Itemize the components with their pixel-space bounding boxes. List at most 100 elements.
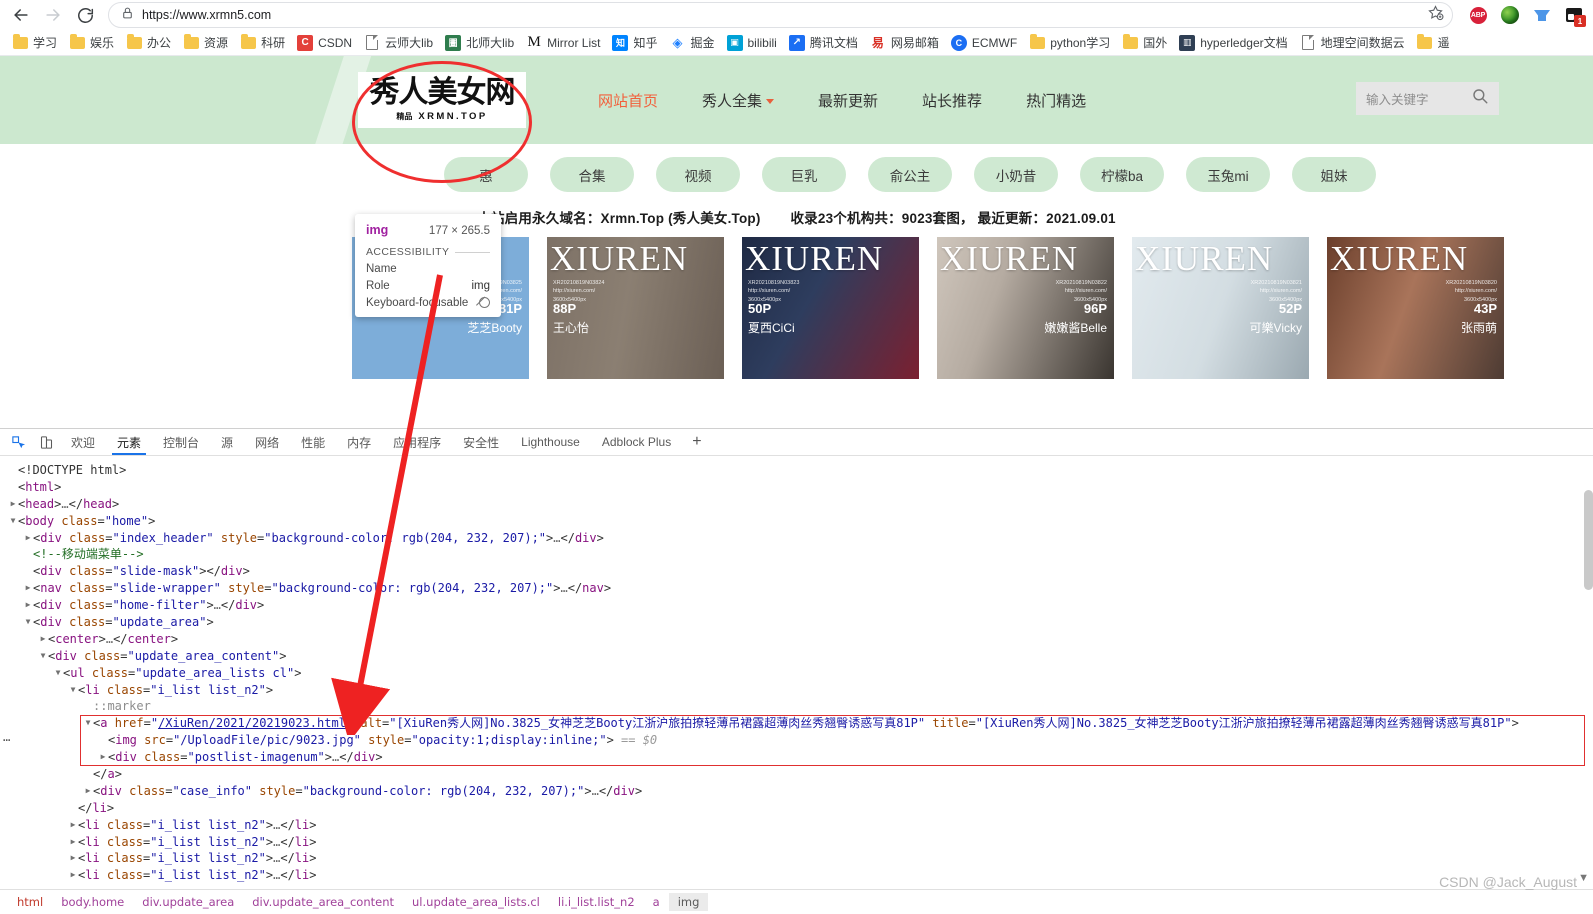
blue-arrow-extension-icon[interactable] [1533, 6, 1551, 24]
breadcrumb-item-html[interactable]: html [8, 893, 52, 911]
devtools-tab-adblock-plus[interactable]: Adblock Plus [591, 429, 682, 455]
dom-tree-line[interactable]: ▼ <li class="i_list list_n2"> [0, 682, 1593, 699]
dom-tree-line[interactable]: ▼ <div class="update_area_content"> [0, 648, 1593, 665]
expand-triangle-icon[interactable]: ▶ [98, 749, 108, 766]
back-arrow-icon[interactable] [6, 2, 36, 28]
devtools-tab-elements[interactable]: 元素 [106, 429, 152, 455]
bookmark-item[interactable]: python学习 [1023, 32, 1116, 53]
devtools-tab-console[interactable]: 控制台 [152, 429, 210, 455]
dom-tree-line[interactable]: ▶<html> [0, 479, 1593, 496]
collapse-triangle-icon[interactable]: ▼ [23, 614, 33, 631]
expand-triangle-icon[interactable]: ▶ [68, 850, 78, 867]
devtools-tab-sources[interactable]: 源 [210, 429, 244, 455]
dom-tree-line[interactable]: ▶</a> [0, 766, 1593, 783]
dom-tree-line[interactable]: ▶ <div class="case_info" style="backgroun… [0, 783, 1593, 800]
collapse-triangle-icon[interactable]: ▼ [53, 665, 63, 682]
bookmark-item[interactable]: 国外 [1116, 32, 1173, 53]
dom-tree-line[interactable]: ▶ <li class="i_list list_n2">…</li> [0, 867, 1593, 884]
expand-triangle-icon[interactable]: ▶ [23, 580, 33, 597]
bookmark-item[interactable]: ▣ bilibili [721, 33, 783, 53]
dom-tree-line[interactable]: ▶ <center>…</center> [0, 631, 1593, 648]
dom-tree-line[interactable]: ▶<div class="slide-mask"></div> [0, 563, 1593, 580]
dom-tree-line[interactable]: ▶<!DOCTYPE html> [0, 462, 1593, 479]
bookmark-item[interactable]: C CSDN [291, 33, 358, 53]
devtools-tab-memory[interactable]: 内存 [336, 429, 382, 455]
address-bar[interactable]: https://www.xrmn5.com [108, 2, 1453, 28]
internet-download-manager-icon[interactable] [1501, 6, 1519, 24]
bookmark-item[interactable]: M Mirror List [520, 33, 606, 53]
bookmark-item[interactable]: 资源 [177, 32, 234, 53]
bookmark-item[interactable]: ◈ 掘金 [663, 32, 720, 53]
bookmark-star-icon[interactable] [1419, 4, 1444, 26]
notification-extension-icon[interactable] [1565, 6, 1586, 27]
bookmark-item[interactable]: 易网易邮箱 [864, 32, 945, 53]
nav-item-all-collections[interactable]: 秀人全集 [680, 84, 796, 117]
bookmark-item[interactable]: ▥ hyperledger文档 [1173, 32, 1293, 53]
bookmark-item[interactable]: 科研 [234, 32, 291, 53]
bookmark-item[interactable]: 学习 [6, 32, 63, 53]
dom-tree-line[interactable]: ▶ <head>…</head> [0, 496, 1593, 513]
dom-tree-line[interactable]: ▶ <li class="i_list list_n2">…</li> [0, 834, 1593, 851]
expand-triangle-icon[interactable]: ▶ [68, 817, 78, 834]
add-devtools-tab-button[interactable]: + [682, 429, 711, 455]
devtools-tab-lighthouse[interactable]: Lighthouse [510, 429, 591, 455]
bookmark-item[interactable]: 遥 [1411, 32, 1456, 53]
search-icon[interactable] [1471, 87, 1489, 110]
devtools-tab-application[interactable]: 应用程序 [382, 429, 452, 455]
nav-item-home[interactable]: 网站首页 [576, 84, 680, 117]
gallery-thumbnail[interactable]: XIUREN XR20210819N03820 http://xiuren.com… [1327, 237, 1504, 379]
breadcrumb-item-update-area-lists[interactable]: ul.update_area_lists.cl [403, 893, 549, 911]
bookmark-item[interactable]: 云师大lib [358, 32, 439, 53]
dom-tree-line[interactable]: ▶ <div class="index_header" style="backgr… [0, 530, 1593, 547]
devtools-tab-welcome[interactable]: 欢迎 [60, 429, 106, 455]
nav-item-latest-updates[interactable]: 最新更新 [796, 84, 900, 117]
dom-tree-view[interactable]: ▶<!DOCTYPE html>▶<html>▶<head>…</head>▼<… [0, 456, 1593, 889]
collapse-triangle-icon[interactable]: ▼ [83, 715, 93, 732]
devtools-tab-security[interactable]: 安全性 [452, 429, 510, 455]
site-logo[interactable]: 秀人美女网 精品 XRMN.TOP [358, 72, 526, 128]
expand-triangle-icon[interactable]: ▶ [23, 530, 33, 547]
bookmark-item[interactable]: 办公 [120, 32, 177, 53]
nav-item-hot-picks[interactable]: 热门精选 [1004, 84, 1108, 117]
breadcrumb-item-body[interactable]: body.home [52, 893, 133, 911]
devtools-tab-performance[interactable]: 性能 [290, 429, 336, 455]
collapse-triangle-icon[interactable]: ▼ [68, 682, 78, 699]
tag-pill[interactable]: 合集 [550, 157, 634, 192]
gallery-thumbnail[interactable]: XIUREN XR20210819N03824 http://xiuren.com… [547, 237, 724, 379]
gallery-thumbnail[interactable]: XIUREN XR20210819N03822 http://xiuren.com… [937, 237, 1114, 379]
devtools-tab-network[interactable]: 网络 [244, 429, 290, 455]
expand-triangle-icon[interactable]: ▶ [23, 597, 33, 614]
bookmark-item[interactable]: C ECMWF [945, 33, 1023, 53]
dom-tree-line[interactable]: ▶ <nav class="slide-wrapper" style="backg… [0, 580, 1593, 597]
nav-item-recommended[interactable]: 站长推荐 [900, 84, 1004, 117]
expand-triangle-icon[interactable]: ▶ [68, 867, 78, 884]
adblock-plus-icon[interactable]: ABP [1469, 6, 1487, 24]
bookmark-item[interactable]: 知知乎 [606, 32, 663, 53]
tag-pill[interactable]: 姐妹 [1292, 157, 1376, 192]
dom-tree-line[interactable]: ▶ <li class="i_list list_n2">…</li> [0, 817, 1593, 834]
dom-tree-line[interactable]: ▼ <a href="/XiuRen/2021/20219023.html" al… [0, 715, 1593, 732]
tag-pill[interactable]: 惠 [444, 157, 528, 192]
scroll-down-caret-icon[interactable]: ▼ [1578, 872, 1589, 884]
tag-pill[interactable]: 俞公主 [868, 157, 952, 192]
expand-triangle-icon[interactable]: ▶ [8, 496, 18, 513]
bookmark-item[interactable]: 地理空间数据云 [1294, 32, 1411, 53]
tag-pill[interactable]: 巨乳 [762, 157, 846, 192]
collapse-triangle-icon[interactable]: ▼ [38, 648, 48, 665]
expand-triangle-icon[interactable]: ▶ [68, 834, 78, 851]
dom-tree-line[interactable]: ▶ <div class="home-filter">…</div> [0, 597, 1593, 614]
dom-tree-line[interactable]: ▼ <ul class="update_area_lists cl"> [0, 665, 1593, 682]
bookmark-item[interactable]: 圕北师大lib [439, 32, 520, 53]
gallery-thumbnail[interactable]: XIUREN XR20210819N03823 http://xiuren.com… [742, 237, 919, 379]
breadcrumb-item-update-area[interactable]: div.update_area [133, 893, 243, 911]
tag-pill[interactable]: 柠檬ba [1080, 157, 1164, 192]
device-toolbar-icon[interactable] [32, 429, 60, 455]
breadcrumb-item-li[interactable]: li.i_list.list_n2 [549, 893, 644, 911]
dom-tree-line[interactable]: ▼ <body class="home"> [0, 513, 1593, 530]
dom-tree-line[interactable]: ▶<img src="/UploadFile/pic/9023.jpg" sty… [0, 732, 1593, 749]
expand-triangle-icon[interactable]: ▶ [83, 783, 93, 800]
expand-triangle-icon[interactable]: ▶ [38, 631, 48, 648]
breadcrumb-item-img[interactable]: img [668, 893, 709, 911]
breadcrumb-item-update-area-content[interactable]: div.update_area_content [243, 893, 403, 911]
tag-pill[interactable]: 视频 [656, 157, 740, 192]
